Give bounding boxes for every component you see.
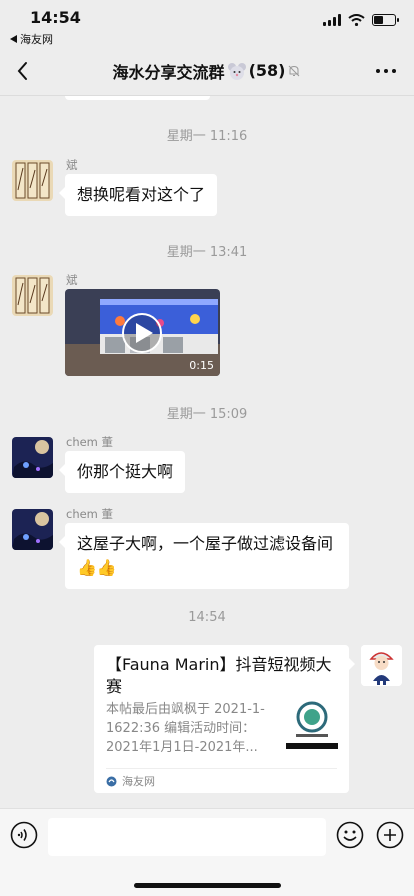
self-avatar[interactable] [361,645,402,686]
chat-area[interactable]: 星期一 11:16 斌 想换呢看对这个了 星期一 13:41 斌 0:15 星期… [0,96,414,808]
timestamp: 14:54 [188,610,226,625]
back-chevron-icon[interactable] [10,57,38,85]
cellular-signal-icon [323,14,341,26]
home-indicator [134,883,281,888]
voice-input-icon[interactable] [10,821,38,849]
emoji-icon[interactable] [336,821,364,849]
group-name: 海水分享交流群 [112,62,225,82]
mute-bell-icon [289,65,300,76]
avatar[interactable] [12,509,53,550]
video-message[interactable]: 0:15 [65,289,220,376]
card-thumbnail [286,697,338,749]
message-bubble[interactable]: 这屋子大啊，一个屋子做过滤设备间👍👍 [59,523,349,589]
card-source: 海友网 [106,773,155,789]
mouse-face-emoji-icon [227,62,246,80]
message-bubble[interactable]: 你那个挺大啊 [58,451,186,493]
sender-name: chem 董 [66,507,114,521]
more-options-button[interactable] [372,57,400,85]
status-bar: 14:54 海友网 [0,0,414,46]
back-triangle-icon [10,35,17,43]
battery-icon [372,14,399,26]
avatar[interactable] [12,160,53,201]
wifi-icon [348,14,365,26]
back-to-app-link[interactable]: 海友网 [10,31,53,47]
input-bar [0,808,414,896]
member-count: (58) [248,61,286,80]
avatar[interactable] [12,437,53,478]
timestamp: 星期一 13:41 [166,245,248,260]
sender-name: 斌 [66,158,78,172]
link-card[interactable]: 【Fauna Marin】抖音短视频大赛 本帖最后由飒枫于 2021-1-162… [94,645,355,793]
chat-header: 海水分享交流群 (58) [0,46,414,96]
back-app-label: 海友网 [20,33,53,46]
timestamp: 星期一 11:16 [166,129,248,144]
status-time: 14:54 [30,8,81,27]
site-logo-icon [106,776,117,786]
source-label: 海友网 [122,775,155,788]
plus-icon[interactable] [376,821,404,849]
timestamp: 星期一 15:09 [166,407,248,422]
card-description: 本帖最后由飒枫于 2021-1-1622:36 编辑活动时间：2021年1月1日… [106,702,265,755]
message-input[interactable] [48,818,326,856]
sender-name: 斌 [66,273,78,287]
previous-message-bubble [65,96,210,100]
chat-title: 海水分享交流群 (58) [113,59,302,83]
avatar[interactable] [12,275,53,316]
video-duration: 0:15 [189,359,214,372]
message-bubble[interactable]: 想换呢看对这个了 [58,174,218,216]
sender-name: chem 董 [66,435,114,449]
card-title: 【Fauna Marin】抖音短视频大赛 [106,655,332,696]
